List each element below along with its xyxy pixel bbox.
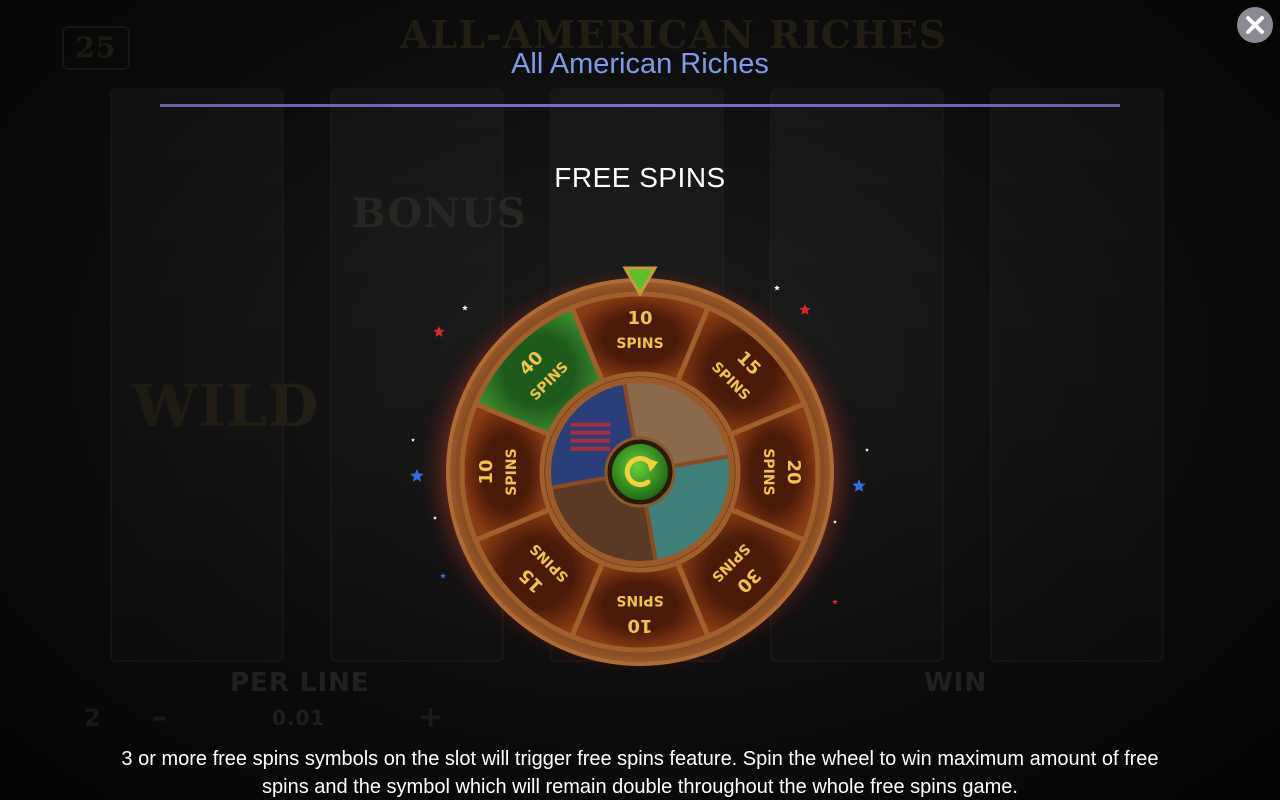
- flag-stripe: [570, 438, 611, 443]
- paytable-screen: ALL-AMERICAN RICHES 25 BONUS WILD PER LI…: [0, 0, 1280, 800]
- per-line-value: 0.01: [272, 706, 326, 730]
- free-spins-wheel: 10 SPINS 15 SPINS 20 SPINS 30 SPINS 10 SPINS 15 SPI…: [405, 250, 875, 690]
- segment-number: 20: [783, 459, 804, 484]
- segment-word: SPINS: [616, 592, 663, 608]
- segment-number: 10: [476, 459, 497, 484]
- flag-stripe: [570, 422, 611, 427]
- segment-number: 10: [627, 615, 652, 636]
- bet-plus-button: +: [418, 700, 445, 735]
- wheel-graphic: 10SPINS15SPINS20SPINS30SPINS10SPINS15SPI…: [410, 260, 869, 680]
- segment-word: SPINS: [616, 336, 663, 352]
- segment-number: 10: [627, 308, 652, 329]
- flag-stripe: [570, 446, 611, 451]
- flag-stripe: [570, 430, 611, 435]
- free-spins-description: 3 or more free spins symbols on the slot…: [121, 748, 1159, 798]
- bet-minus-button: –: [152, 700, 168, 735]
- segment-word: SPINS: [504, 448, 520, 495]
- title-divider: [160, 104, 1120, 107]
- decor-star: [462, 305, 468, 311]
- spin-center-button: [604, 436, 676, 508]
- decor-star: [774, 285, 780, 291]
- wild-symbol-label: WILD: [132, 372, 320, 440]
- close-button[interactable]: [1237, 7, 1273, 43]
- per-line-label: PER LINE: [230, 668, 370, 698]
- win-label: WIN: [924, 668, 988, 698]
- page-title: All American Riches: [511, 48, 769, 80]
- section-heading: FREE SPINS: [554, 162, 726, 193]
- center-disc: [612, 444, 668, 500]
- segment-word: SPINS: [760, 448, 776, 495]
- bonus-symbol-label: BONUS: [352, 190, 527, 237]
- lines-value: 2: [84, 704, 102, 732]
- decor-star: [433, 326, 445, 337]
- decor-star: [799, 304, 811, 315]
- decor-star: [832, 599, 838, 605]
- close-icon: [1246, 16, 1264, 34]
